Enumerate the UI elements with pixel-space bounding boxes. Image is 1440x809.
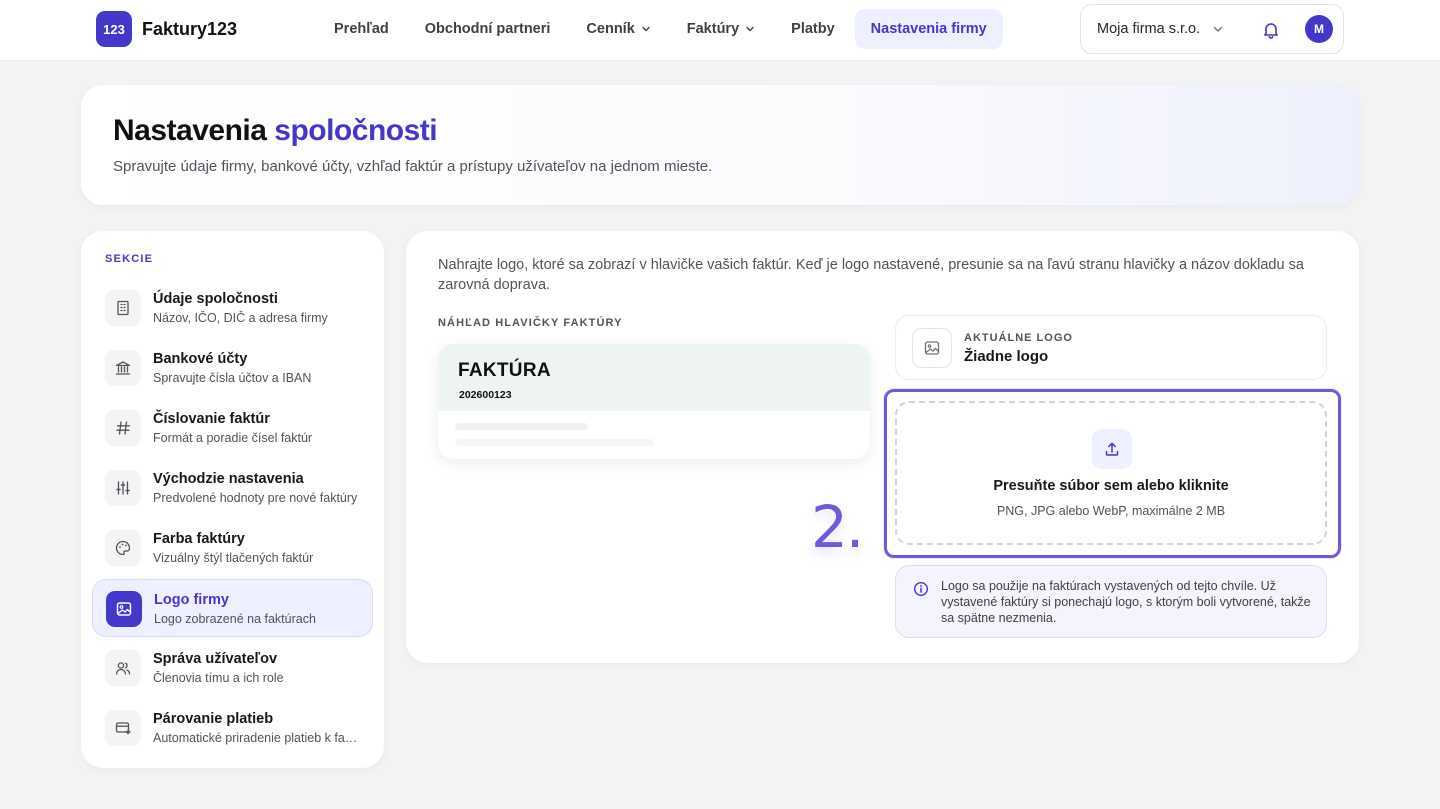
dropzone-title: Presuňte súbor sem alebo kliknite bbox=[993, 478, 1229, 494]
users-icon bbox=[105, 650, 141, 686]
sidebar-item-bankove-ucty[interactable]: Bankové účty Spravujte čísla účtov a IBA… bbox=[92, 339, 373, 397]
brand-logo[interactable]: 123 Faktury123 bbox=[96, 11, 237, 47]
sidebar-item-farba-faktury[interactable]: Farba faktúry Vizuálny štýl tlačených fa… bbox=[92, 519, 373, 577]
dropzone-subtitle: PNG, JPG alebo WebP, maximálne 2 MB bbox=[996, 504, 1226, 518]
info-notice: Logo sa použije na faktúrach vystavených… bbox=[895, 565, 1327, 638]
sidebar-item-cislovanie-faktur[interactable]: Číslovanie faktúr Formát a poradie čísel… bbox=[92, 399, 373, 457]
preview-header-band: FAKTÚRA 202600123 bbox=[438, 344, 870, 411]
sidebar-item-description: Automatické priradenie platieb k faktúra… bbox=[153, 731, 363, 745]
card-sync-icon bbox=[105, 710, 141, 746]
intro-text: Nahrajte logo, ktoré sa zobrazí v hlavič… bbox=[438, 257, 1304, 293]
palette-icon bbox=[105, 530, 141, 566]
current-logo-label: AKTUÁLNE LOGO bbox=[964, 332, 1073, 344]
current-logo-value: Žiadne logo bbox=[964, 348, 1049, 365]
brand-name: Faktury123 bbox=[142, 18, 238, 39]
logo-upload-dropzone[interactable]: Presuňte súbor sem alebo kliknite PNG, J… bbox=[895, 401, 1327, 545]
nav-item-label: Cenník bbox=[586, 21, 635, 37]
sidebar-item-description: Členovia tímu a ich role bbox=[153, 671, 284, 685]
sidebar-item-vychodzie-nastavenia[interactable]: Východzie nastavenia Predvolené hodnoty … bbox=[92, 459, 373, 517]
sidebar-heading: SEKCIE bbox=[105, 253, 154, 265]
main-nav: Prehľad Obchodní partneri Cenník Faktúry… bbox=[318, 9, 1007, 49]
current-logo-card: AKTUÁLNE LOGO Žiadne logo bbox=[895, 315, 1327, 380]
nav-item-cennik[interactable]: Cenník bbox=[570, 9, 666, 49]
sidebar-item-parovanie-platieb[interactable]: Párovanie platieb Automatické priradenie… bbox=[92, 699, 373, 757]
building-icon bbox=[105, 290, 141, 326]
logo-settings-panel: Nahrajte logo, ktoré sa zobrazí v hlavič… bbox=[406, 231, 1359, 663]
sidebar-item-label: Číslovanie faktúr bbox=[153, 411, 270, 427]
sidebar-item-label: Bankové účty bbox=[153, 351, 248, 367]
sidebar-item-description: Vizuálny štýl tlačených faktúr bbox=[153, 551, 314, 565]
bank-icon bbox=[105, 350, 141, 386]
hash-icon bbox=[105, 410, 141, 446]
sidebar-item-label: Údaje spoločnosti bbox=[153, 291, 278, 307]
chevron-down-icon bbox=[746, 26, 754, 32]
chevron-down-icon[interactable] bbox=[1212, 23, 1224, 35]
nav-item-obchodni-partneri[interactable]: Obchodní partneri bbox=[409, 9, 567, 49]
bell-icon[interactable] bbox=[1261, 20, 1281, 40]
nav-item-nastavenia-firmy[interactable]: Nastavenia firmy bbox=[854, 9, 1003, 49]
page-subtitle: Spravujte údaje firmy, bankové účty, vzh… bbox=[113, 158, 713, 175]
nav-item-label: Obchodní partneri bbox=[424, 21, 551, 37]
step-number-marker: 2. bbox=[811, 493, 864, 561]
preview-document-title: FAKTÚRA bbox=[458, 360, 551, 381]
chevron-down-icon bbox=[642, 26, 650, 32]
sidebar-item-description: Formát a poradie čísel faktúr bbox=[153, 431, 313, 445]
sidebar-item-label: Párovanie platieb bbox=[153, 711, 274, 727]
brand-badge: 123 bbox=[96, 11, 132, 47]
top-navigation-bar: 123 Faktury123 Prehľad Obchodní partneri… bbox=[0, 0, 1440, 61]
page-title: Nastavenia spoločnosti bbox=[113, 114, 438, 148]
nav-item-prehlad[interactable]: Prehľad bbox=[318, 9, 405, 49]
nav-item-label: Faktúry bbox=[686, 21, 740, 37]
upload-icon bbox=[1092, 429, 1132, 469]
sidebar-item-description: Názov, IČO, DIČ a adresa firmy bbox=[153, 311, 328, 325]
nav-item-platby[interactable]: Platby bbox=[775, 9, 851, 49]
account-panel: Moja firma s.r.o. M bbox=[1080, 4, 1344, 54]
nav-item-label: Platby bbox=[791, 21, 835, 37]
sidebar-item-udaje-spolocnosti[interactable]: Údaje spoločnosti Názov, IČO, DIČ a adre… bbox=[92, 279, 373, 337]
page-title-accent: spoločnosti bbox=[274, 114, 438, 147]
sidebar-item-label: Správa užívateľov bbox=[153, 651, 278, 667]
nav-item-label: Nastavenia firmy bbox=[870, 21, 987, 37]
avatar[interactable]: M bbox=[1305, 15, 1333, 43]
page-header: Nastavenia spoločnosti Spravujte údaje f… bbox=[81, 85, 1359, 205]
sidebar-item-sprava-uzivatelov[interactable]: Správa užívateľov Členovia tímu a ich ro… bbox=[92, 639, 373, 697]
placeholder-line bbox=[455, 439, 654, 446]
nav-item-label: Prehľad bbox=[334, 21, 389, 37]
info-icon bbox=[913, 581, 929, 597]
page-title-main: Nastavenia bbox=[113, 114, 275, 147]
preview-invoice-number: 202600123 bbox=[459, 389, 512, 401]
sidebar-item-description: Spravujte čísla účtov a IBAN bbox=[153, 371, 312, 385]
company-switcher[interactable]: Moja firma s.r.o. bbox=[1097, 21, 1200, 37]
invoice-header-preview: FAKTÚRA 202600123 bbox=[438, 344, 870, 459]
sidebar-item-description: Predvolené hodnoty pre nové faktúry bbox=[153, 491, 358, 505]
sidebar-item-label: Východzie nastavenia bbox=[153, 471, 304, 487]
sliders-icon bbox=[105, 470, 141, 506]
sidebar-item-logo-firmy[interactable]: Logo firmy Logo zobrazené na faktúrach bbox=[92, 579, 373, 637]
sidebar-item-description: Logo zobrazené na faktúrach bbox=[154, 612, 316, 626]
image-icon bbox=[912, 328, 952, 368]
placeholder-line bbox=[455, 423, 588, 430]
sections-sidebar: SEKCIE Údaje spoločnosti Názov, IČO, DIČ… bbox=[81, 231, 384, 768]
sidebar-item-label: Logo firmy bbox=[154, 592, 229, 608]
info-notice-text: Logo sa použije na faktúrach vystavených… bbox=[941, 579, 1311, 625]
preview-label: NÁHĽAD HLAVIČKY FAKTÚRY bbox=[438, 317, 623, 329]
image-icon bbox=[106, 591, 142, 627]
nav-item-faktury[interactable]: Faktúry bbox=[671, 9, 771, 49]
sidebar-item-label: Farba faktúry bbox=[153, 531, 245, 547]
